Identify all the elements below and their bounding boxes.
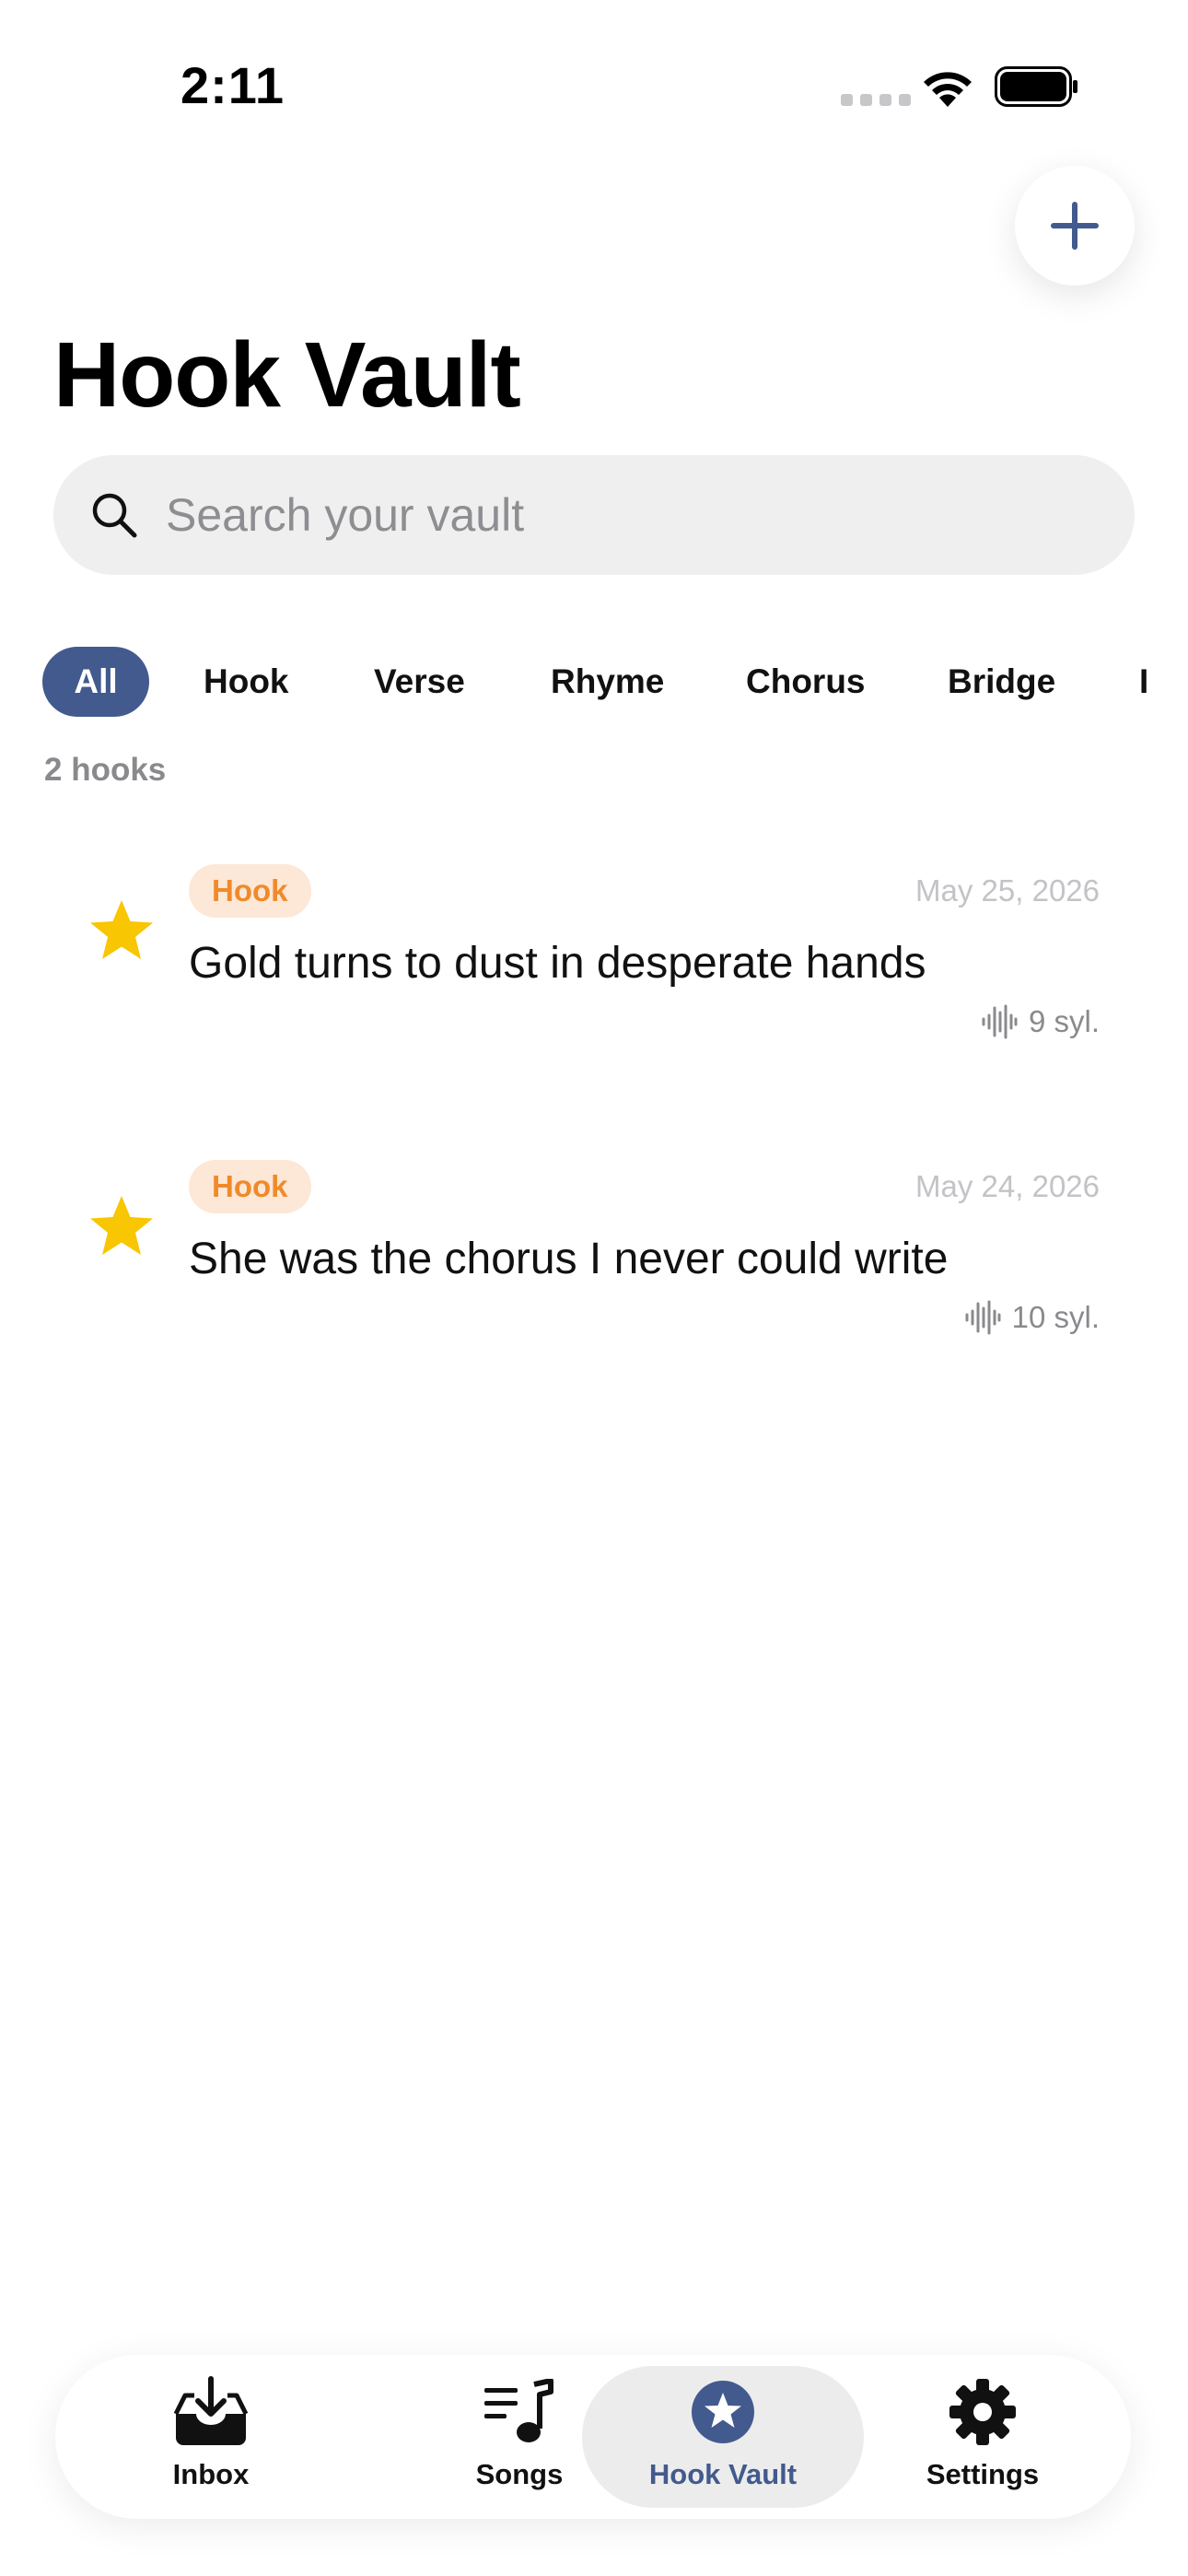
syllable-count: 9 syl. [981,1004,1100,1039]
filter-chip-bridge[interactable]: Bridge [948,647,1055,717]
hook-type-badge: Hook [189,864,311,918]
syllable-count-text: 10 syl. [1011,1300,1100,1334]
plus-icon [1051,202,1099,250]
search-icon [92,493,137,538]
cellular-signal-icon [841,94,911,106]
music-list-icon [484,2379,553,2442]
hook-type-badge: Hook [189,1160,311,1213]
tab-settings-label: Settings [926,2458,1040,2490]
hook-card[interactable]: Hook May 25, 2026 Gold turns to dust in … [53,864,1135,1095]
star-icon[interactable] [88,897,155,964]
tab-settings[interactable]: Settings [882,2366,1083,2508]
waveform-icon [982,1004,1018,1039]
inbox-icon [173,2376,249,2445]
gear-icon [949,2379,1016,2445]
hook-text: Gold turns to dust in desperate hands [189,939,926,988]
syllable-count: 10 syl. [964,1300,1100,1335]
tab-inbox[interactable]: Inbox [111,2366,311,2508]
add-hook-button[interactable] [1015,166,1135,286]
wifi-icon [924,72,972,107]
filter-chip-row[interactable]: All Hook Verse Rhyme Chorus Bridge I [42,647,1188,720]
waveform-icon [965,1300,1001,1335]
tab-inbox-label: Inbox [172,2458,250,2490]
hook-date: May 24, 2026 [915,1169,1100,1203]
bottom-tab-bar: Inbox Songs Hook Vault Settings [55,2355,1131,2519]
filter-chip-rhyme[interactable]: Rhyme [551,647,664,717]
tab-songs-label: Songs [475,2458,564,2490]
search-bar[interactable] [53,455,1135,575]
star-circle-icon [692,2381,754,2443]
filter-chip-all[interactable]: All [42,647,149,717]
hook-count-label: 2 hooks [44,752,167,788]
filter-chip-partial[interactable]: I [1139,647,1148,717]
hook-date: May 25, 2026 [915,873,1100,907]
search-input[interactable] [164,487,1070,543]
star-icon[interactable] [88,1193,155,1259]
page-title: Hook Vault [53,323,521,427]
tab-hook-vault[interactable]: Hook Vault [582,2366,864,2508]
syllable-count-text: 9 syl. [1028,1004,1100,1038]
battery-icon [995,66,1077,107]
hook-card[interactable]: Hook May 24, 2026 She was the chorus I n… [53,1160,1135,1390]
tab-hook-vault-label: Hook Vault [648,2458,798,2490]
filter-chip-hook[interactable]: Hook [204,647,289,717]
status-time: 2:11 [181,56,285,114]
filter-chip-chorus[interactable]: Chorus [746,647,866,717]
filter-chip-verse[interactable]: Verse [374,647,465,717]
hook-text: She was the chorus I never could write [189,1235,949,1283]
